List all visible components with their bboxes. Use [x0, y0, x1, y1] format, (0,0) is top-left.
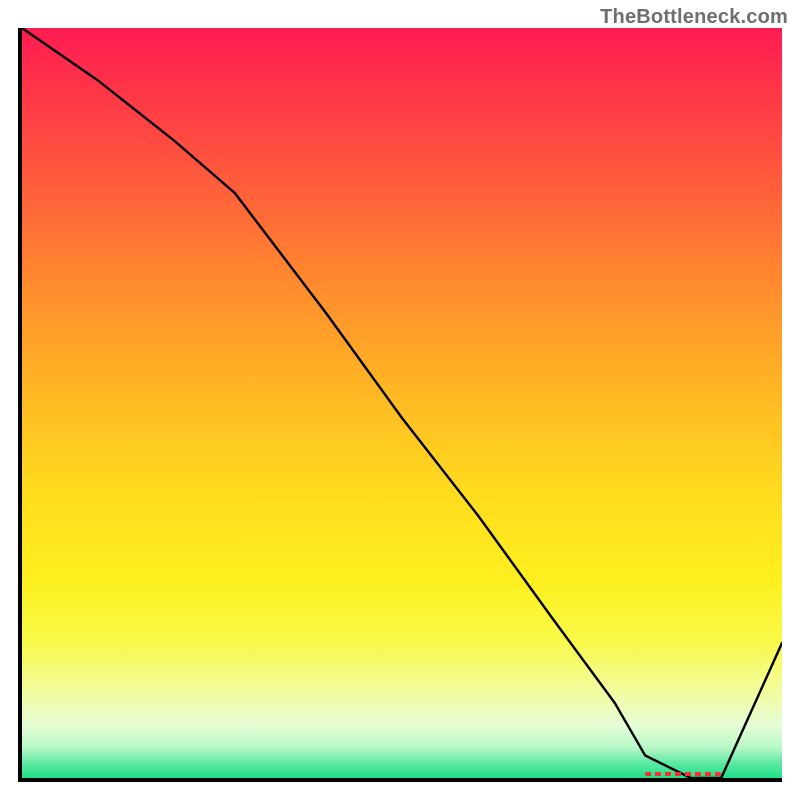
chart-line — [22, 28, 782, 778]
chart-minimum-marker — [645, 772, 721, 776]
watermark-text: TheBottleneck.com — [600, 6, 788, 29]
chart-plot-area — [18, 28, 782, 782]
